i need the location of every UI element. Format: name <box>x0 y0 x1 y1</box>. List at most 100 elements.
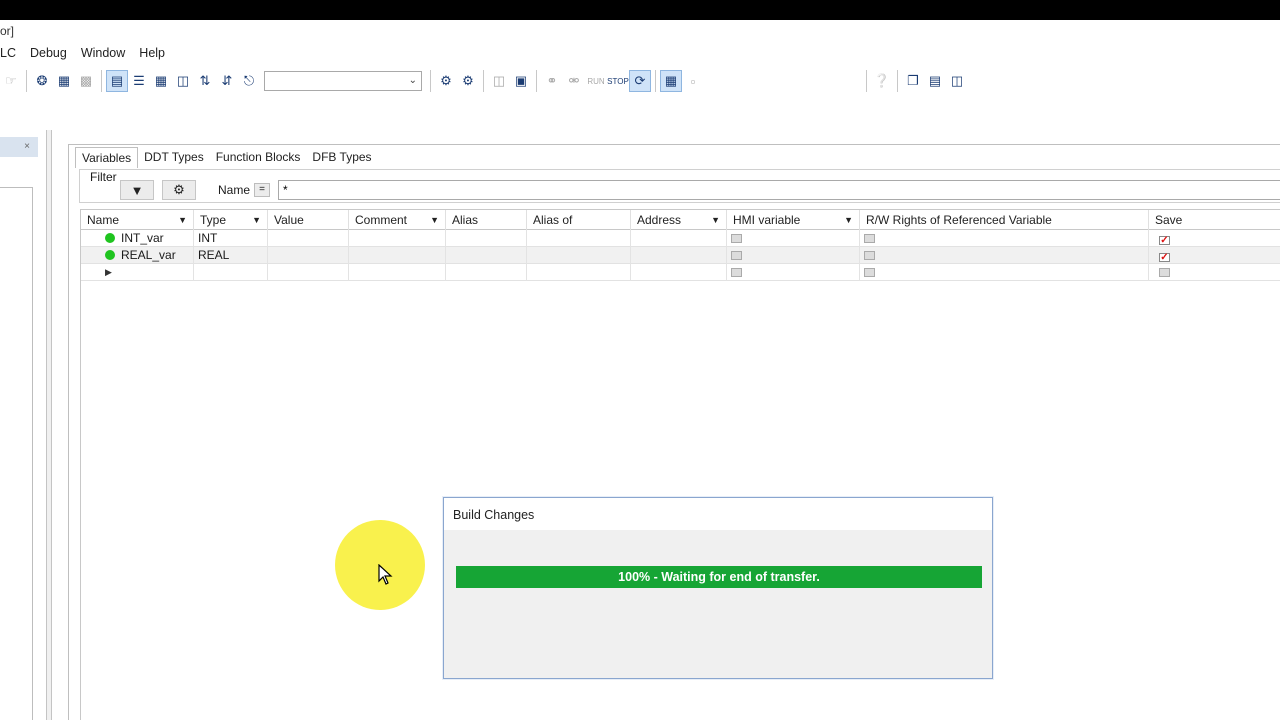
col-type[interactable]: Type ▼ <box>194 210 268 230</box>
tab-variables[interactable]: Variables <box>75 147 139 168</box>
panel-icon[interactable]: ◫ <box>488 70 510 92</box>
col-address[interactable]: Address ▼ <box>631 210 727 230</box>
toolbar-separator <box>26 70 27 92</box>
cell-name[interactable]: INT_var <box>81 230 194 247</box>
filter-icon[interactable]: ▼ <box>120 180 154 200</box>
cell-name[interactable]: REAL_var <box>81 247 194 264</box>
cell-type[interactable]: REAL <box>194 247 268 264</box>
arrows-icon[interactable]: ⇅ <box>194 70 216 92</box>
network2-icon[interactable]: ⚙ <box>457 70 479 92</box>
save-checkbox[interactable]: ✓ <box>1159 236 1170 246</box>
cell-address[interactable] <box>631 247 727 264</box>
rw-checkbox[interactable] <box>864 251 875 260</box>
cell-comment[interactable] <box>349 247 446 264</box>
col-value[interactable]: Value <box>268 210 349 230</box>
col-hmi-variable[interactable]: HMI variable ▼ <box>727 210 860 230</box>
stop-icon[interactable]: STOP <box>607 70 629 92</box>
sort-down-icon[interactable]: ▼ <box>430 210 439 230</box>
menu-debug[interactable]: Debug <box>30 46 75 64</box>
monitor-icon[interactable]: ▣ <box>510 70 532 92</box>
help-pointer-icon[interactable]: ❔ <box>871 70 893 92</box>
refresh-icon[interactable]: ⟳ <box>629 70 651 92</box>
animation-icon[interactable]: ▦ <box>660 70 682 92</box>
tab-dfb-types[interactable]: DFB Types <box>306 147 377 168</box>
hmi-checkbox[interactable] <box>731 234 742 243</box>
cell-type[interactable]: INT <box>194 230 268 247</box>
cell-alias[interactable] <box>446 230 527 247</box>
dialog-title: Build Changes <box>444 498 992 530</box>
cell-alias-of[interactable] <box>527 264 631 281</box>
tile-horizontal-icon[interactable]: ▤ <box>924 70 946 92</box>
left-pane: × <box>0 137 46 720</box>
run-icon[interactable]: RUN <box>585 70 607 92</box>
filter-settings-icon[interactable]: ⚙ <box>162 180 196 200</box>
tile-vertical-icon[interactable]: ◫ <box>946 70 968 92</box>
sort-down-icon[interactable]: ▼ <box>844 210 853 230</box>
toolbar-separator <box>897 70 898 92</box>
col-comment[interactable]: Comment ▼ <box>349 210 446 230</box>
cell-alias-of[interactable] <box>527 230 631 247</box>
sort-down-icon[interactable]: ▼ <box>252 210 261 230</box>
find-icon[interactable]: ⎋ <box>238 70 260 92</box>
save-checkbox[interactable] <box>1159 268 1170 277</box>
chevron-down-icon: ⌄ <box>408 75 417 86</box>
hmi-checkbox[interactable] <box>731 251 742 260</box>
col-rw-label: R/W Rights of Referenced Variable <box>866 213 1052 227</box>
top-black-bar <box>0 0 1280 20</box>
view-list-icon[interactable]: ▤ <box>106 70 128 92</box>
cell-value[interactable] <box>268 230 349 247</box>
cell-alias[interactable] <box>446 264 527 281</box>
filter-value-input[interactable] <box>278 180 1280 200</box>
disconnect-icon[interactable]: ⚮ <box>563 70 585 92</box>
cell-comment[interactable] <box>349 264 446 281</box>
build-icon[interactable]: ❂ <box>31 70 53 92</box>
rw-checkbox[interactable] <box>864 268 875 277</box>
build-all-icon[interactable]: ▦ <box>53 70 75 92</box>
hmi-checkbox[interactable] <box>731 268 742 277</box>
sort-down-icon[interactable]: ▼ <box>711 210 720 230</box>
menu-window[interactable]: Window <box>81 46 133 64</box>
arrows2-icon[interactable]: ⇵ <box>216 70 238 92</box>
debug-icon[interactable]: ▫ <box>682 70 704 92</box>
col-alias-of[interactable]: Alias of <box>527 210 631 230</box>
pane-splitter[interactable] <box>46 130 52 720</box>
table-icon[interactable]: ▦ <box>150 70 172 92</box>
menu-help[interactable]: Help <box>139 46 173 64</box>
progress-bar: 100% - Waiting for end of transfer. <box>456 566 982 588</box>
print-icon[interactable]: ▩ <box>75 70 97 92</box>
sort-down-icon[interactable]: ▼ <box>178 210 187 230</box>
select-icon[interactable]: ◫ <box>172 70 194 92</box>
menu-plc[interactable]: LC <box>0 46 24 64</box>
col-name[interactable]: Name ▼ <box>81 210 194 230</box>
cell-address[interactable] <box>631 230 727 247</box>
cell-address[interactable] <box>631 264 727 281</box>
table-row-new[interactable]: ▶ <box>81 264 1280 281</box>
cell-type[interactable] <box>194 264 268 281</box>
tab-function-blocks[interactable]: Function Blocks <box>210 147 307 168</box>
status-ok-icon <box>105 250 115 260</box>
cell-name[interactable] <box>81 264 194 281</box>
var-name: REAL_var <box>121 248 176 262</box>
cell-value[interactable] <box>268 247 349 264</box>
rw-checkbox[interactable] <box>864 234 875 243</box>
cell-value[interactable] <box>268 264 349 281</box>
tab-ddt-types[interactable]: DDT Types <box>138 147 210 168</box>
col-alias[interactable]: Alias <box>446 210 527 230</box>
cell-alias-of[interactable] <box>527 247 631 264</box>
connect-icon[interactable]: ⚭ <box>541 70 563 92</box>
network-icon[interactable]: ⚙ <box>435 70 457 92</box>
hand-icon[interactable]: ☞ <box>0 70 22 92</box>
cell-alias[interactable] <box>446 247 527 264</box>
table-row[interactable]: INT_var INT ✓ <box>81 230 1280 247</box>
var-name: INT_var <box>121 231 164 245</box>
cascade-icon[interactable]: ❐ <box>902 70 924 92</box>
filter-operator-button[interactable]: = <box>254 183 270 197</box>
col-save[interactable]: Save <box>1149 210 1280 230</box>
close-icon[interactable]: × <box>18 139 36 155</box>
save-checkbox[interactable]: ✓ <box>1159 253 1170 263</box>
view-tree-icon[interactable]: ☰ <box>128 70 150 92</box>
table-row[interactable]: REAL_var REAL ✓ <box>81 247 1280 264</box>
toolbar-combo[interactable]: ⌄ <box>264 71 422 91</box>
cell-comment[interactable] <box>349 230 446 247</box>
col-rw-rights[interactable]: R/W Rights of Referenced Variable <box>860 210 1149 230</box>
